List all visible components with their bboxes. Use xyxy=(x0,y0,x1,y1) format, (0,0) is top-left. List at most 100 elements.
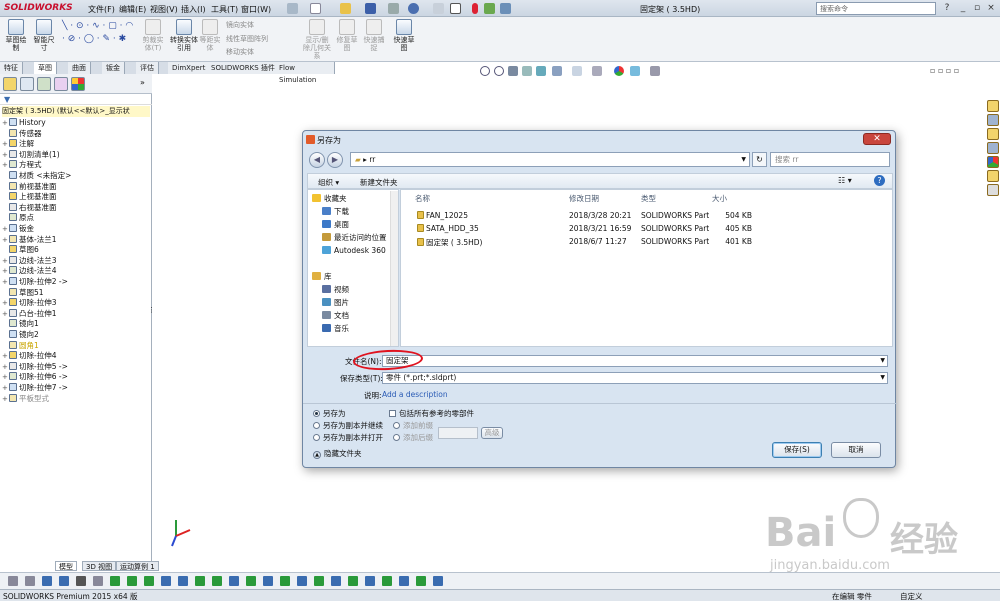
view-options-icon[interactable]: ☷ ▾ xyxy=(838,176,852,185)
trim-button[interactable]: 剪裁实体(T) xyxy=(140,19,166,52)
tab-evaluate[interactable]: 评估 xyxy=(136,62,159,74)
tree-item[interactable]: 上视基准面 xyxy=(2,192,57,203)
save-copy-continue-option[interactable]: 另存为副本并继续 xyxy=(313,420,383,431)
nav-item[interactable]: 图片 xyxy=(322,298,349,307)
tab-features[interactable]: 特征 xyxy=(0,62,23,74)
help-icon[interactable]: ? xyxy=(940,2,954,14)
include-references-checkbox[interactable] xyxy=(389,410,396,417)
rapid-sketch-button[interactable]: 快速草图 xyxy=(391,19,417,52)
display-manager-icon[interactable] xyxy=(71,77,85,91)
solidworks-resources-icon[interactable] xyxy=(987,100,999,112)
nav-item[interactable]: 下载 xyxy=(322,207,349,216)
hide-show-items-icon[interactable] xyxy=(592,66,602,76)
column-size[interactable]: 大小 xyxy=(712,193,727,204)
dimxpert-manager-icon[interactable] xyxy=(54,77,68,91)
appearances-icon[interactable] xyxy=(987,156,999,168)
nav-item[interactable]: 视频 xyxy=(322,285,349,294)
smart-dimension-button[interactable]: 智能尺寸 xyxy=(31,19,57,52)
display-relations-button[interactable]: 显示/删除几何关系 xyxy=(302,19,332,60)
move-entities-button[interactable]: 移动实体 xyxy=(226,47,254,57)
filename-dropdown-icon[interactable]: ▼ xyxy=(880,356,885,366)
tree-expand-icon[interactable]: + xyxy=(2,383,9,394)
undo-icon[interactable] xyxy=(408,3,419,14)
tab-3d-views[interactable]: 3D 视图 xyxy=(82,561,117,571)
design-library-icon[interactable] xyxy=(987,114,999,126)
tab-model[interactable]: 模型 xyxy=(55,561,77,571)
options-icon[interactable] xyxy=(500,3,511,14)
tree-item[interactable]: + 切除-拉伸4 xyxy=(2,351,56,362)
sketch-relation-tool-icon[interactable] xyxy=(297,576,307,586)
apply-scene-icon[interactable] xyxy=(630,66,640,76)
sketch-relation-tool-icon[interactable] xyxy=(178,576,188,586)
organize-menu[interactable]: 组织 ▾ xyxy=(318,177,339,188)
tree-item[interactable]: + 切除-拉伸6 -> xyxy=(2,372,68,383)
tab-flow-simulation[interactable]: Flow Simulation xyxy=(275,62,335,84)
tree-item[interactable]: + 基体-法兰1 xyxy=(2,234,56,246)
tab-sketch[interactable]: 草图 xyxy=(34,62,57,74)
sketch-relation-tool-icon[interactable] xyxy=(8,576,18,586)
file-name[interactable]: FAN_12025 xyxy=(417,211,468,220)
tree-item[interactable]: + 凸台-拉伸1 xyxy=(2,308,56,320)
tree-expand-icon[interactable]: + xyxy=(2,298,9,309)
save-copy-open-radio[interactable] xyxy=(313,434,320,441)
save-as-radio[interactable] xyxy=(313,410,320,417)
new-document-icon[interactable] xyxy=(310,3,321,14)
print-icon[interactable] xyxy=(388,3,399,14)
add-suffix-radio[interactable] xyxy=(393,434,400,441)
menu-file[interactable]: 文件(F) xyxy=(88,4,115,15)
tree-expand-icon[interactable]: + xyxy=(2,266,9,277)
sketch-relation-tool-icon[interactable] xyxy=(263,576,273,586)
filter-icon[interactable]: ▼ xyxy=(4,95,10,104)
tree-item[interactable]: 草图6 xyxy=(2,245,39,256)
tree-item[interactable]: 原点 xyxy=(2,213,34,224)
tree-item[interactable]: + 切割清单(1) xyxy=(2,149,60,161)
save-copy-open-option[interactable]: 另存为副本并打开 xyxy=(313,432,383,443)
pin-icon[interactable] xyxy=(287,3,298,14)
tree-item[interactable]: 草图51 xyxy=(2,287,44,299)
sketch-relation-tool-icon[interactable] xyxy=(331,576,341,586)
tree-item[interactable]: + 注解 xyxy=(2,139,34,150)
tree-expand-icon[interactable]: + xyxy=(2,256,9,267)
hide-folders-toggle[interactable]: ▲ 隐藏文件夹 xyxy=(313,448,362,459)
refresh-button[interactable]: ↻ xyxy=(752,152,767,167)
part-root-node[interactable]: 固定架 ( 3.5HD) (默认<<默认>_显示状 xyxy=(2,106,150,117)
viewport-window-controls[interactable]: ▫ ▫ ▫ ▫ xyxy=(930,66,959,75)
redo-icon[interactable] xyxy=(433,3,444,14)
tree-expand-icon[interactable]: + xyxy=(2,224,9,235)
prefix-suffix-input[interactable] xyxy=(438,427,478,439)
sketch-relation-tool-icon[interactable] xyxy=(382,576,392,586)
sketch-relation-tool-icon[interactable] xyxy=(144,576,154,586)
file-name[interactable]: SATA_HDD_35 xyxy=(417,224,479,233)
tree-expand-icon[interactable]: + xyxy=(2,277,9,288)
tree-expand-icon[interactable]: + xyxy=(2,139,9,150)
custom-properties-icon[interactable] xyxy=(987,170,999,182)
rebuild-icon[interactable] xyxy=(472,3,478,14)
menu-view[interactable]: 视图(V) xyxy=(150,4,178,15)
menu-window[interactable]: 窗口(W) xyxy=(241,4,271,15)
column-date[interactable]: 修改日期 xyxy=(569,193,599,204)
display-style-icon[interactable] xyxy=(572,66,582,76)
tree-expand-icon[interactable]: + xyxy=(2,309,9,320)
tree-item[interactable]: 材质 <未指定> xyxy=(2,171,71,182)
nav-item[interactable]: 最近访问的位置 xyxy=(322,233,387,242)
tree-expand-icon[interactable]: + xyxy=(2,351,9,362)
close-window-button[interactable]: × xyxy=(984,2,998,14)
dynamic-annotation-icon[interactable] xyxy=(536,66,546,76)
tree-item[interactable]: 前视基准面 xyxy=(2,181,57,193)
tab-surface[interactable]: 曲面 xyxy=(68,62,91,74)
tab-solidworks-addins[interactable]: SOLIDWORKS 插件 xyxy=(207,62,280,74)
zoom-to-fit-icon[interactable] xyxy=(480,66,490,76)
nav-group[interactable]: 库 xyxy=(312,272,332,281)
column-name[interactable]: 名称 xyxy=(415,193,430,204)
quick-snaps-button[interactable]: 快速捕捉 xyxy=(361,19,387,52)
section-view-icon[interactable] xyxy=(522,66,532,76)
dialog-close-button[interactable]: ✕ xyxy=(863,133,891,145)
sketch-relation-tool-icon[interactable] xyxy=(127,576,137,586)
repair-sketch-button[interactable]: 修复草图 xyxy=(334,19,360,52)
forum-icon[interactable] xyxy=(987,184,999,196)
open-folder-icon[interactable] xyxy=(340,3,351,14)
column-type[interactable]: 类型 xyxy=(641,193,656,204)
sketch-relation-tool-icon[interactable] xyxy=(399,576,409,586)
file-properties-icon[interactable] xyxy=(484,3,495,14)
sketch-relation-tool-icon[interactable] xyxy=(110,576,120,586)
